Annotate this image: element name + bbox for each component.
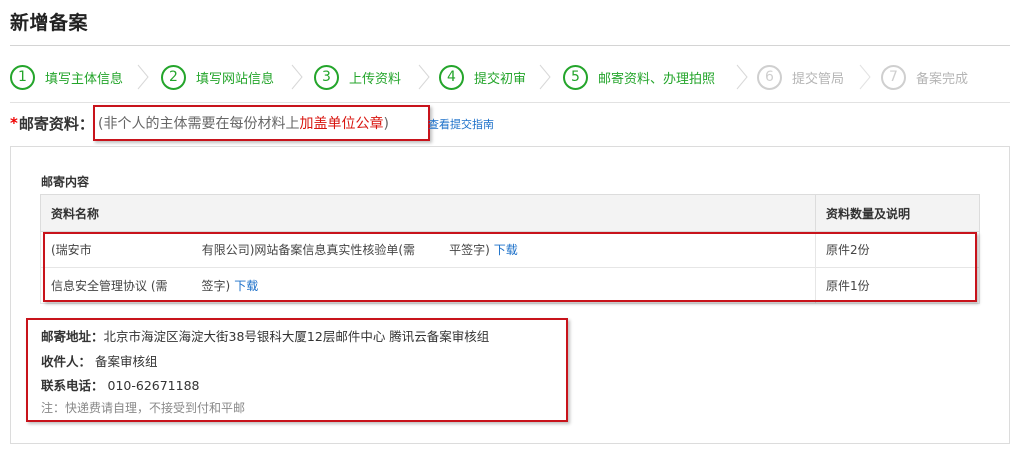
required-mark: * (10, 114, 18, 132)
page-title: 新增备案 (10, 12, 89, 34)
step-number: 5 (563, 64, 588, 90)
step-label: 填写主体信息 (45, 71, 124, 87)
step-7: 7 备案完成 (881, 58, 968, 96)
address-highlight-box (26, 318, 568, 422)
notice-highlight-box (93, 105, 430, 141)
title-divider (10, 45, 1010, 46)
step-number: 1 (10, 64, 35, 90)
step-number: 6 (757, 64, 782, 90)
progress-steps: 1 填写主体信息 2 填写网站信息 3 上传资料 4 提交初审 5 邮寄资料、办… (10, 58, 1010, 96)
chevron-right-icon (859, 64, 871, 90)
chevron-right-icon (291, 64, 303, 90)
step-number: 3 (314, 64, 339, 90)
step-label: 备案完成 (916, 71, 969, 87)
step-number: 7 (881, 64, 906, 90)
step-4: 4 提交初审 (439, 58, 526, 96)
header-quantity: 资料数量及说明 (815, 194, 980, 232)
step-label: 邮寄资料、办理拍照 (598, 71, 716, 87)
step-number: 4 (439, 64, 464, 90)
chevron-right-icon (137, 64, 149, 90)
step-number: 2 (161, 64, 186, 90)
guide-link[interactable]: 查看提交指南 (428, 116, 494, 132)
step-6: 6 提交管局 (757, 58, 844, 96)
documents-highlight-box (43, 232, 977, 302)
mail-label: 邮寄资料： (18, 114, 94, 133)
steps-divider (10, 102, 1010, 103)
step-2: 2 填写网站信息 (161, 58, 274, 96)
step-5: 5 邮寄资料、办理拍照 (563, 58, 715, 96)
step-3: 3 上传资料 (314, 58, 401, 96)
chevron-right-icon (736, 64, 748, 90)
step-1: 1 填写主体信息 (10, 58, 123, 96)
step-label: 提交初审 (474, 71, 527, 87)
mail-heading: * 邮寄资料： (10, 112, 94, 134)
step-label: 上传资料 (349, 71, 402, 87)
chevron-right-icon (418, 64, 430, 90)
step-label: 提交管局 (792, 71, 845, 87)
section-title: 邮寄内容 (41, 175, 90, 189)
chevron-right-icon (539, 64, 551, 90)
header-document-name: 资料名称 (40, 194, 816, 232)
step-label: 填写网站信息 (196, 71, 275, 87)
table-header-row: 资料名称 资料数量及说明 (40, 194, 980, 232)
